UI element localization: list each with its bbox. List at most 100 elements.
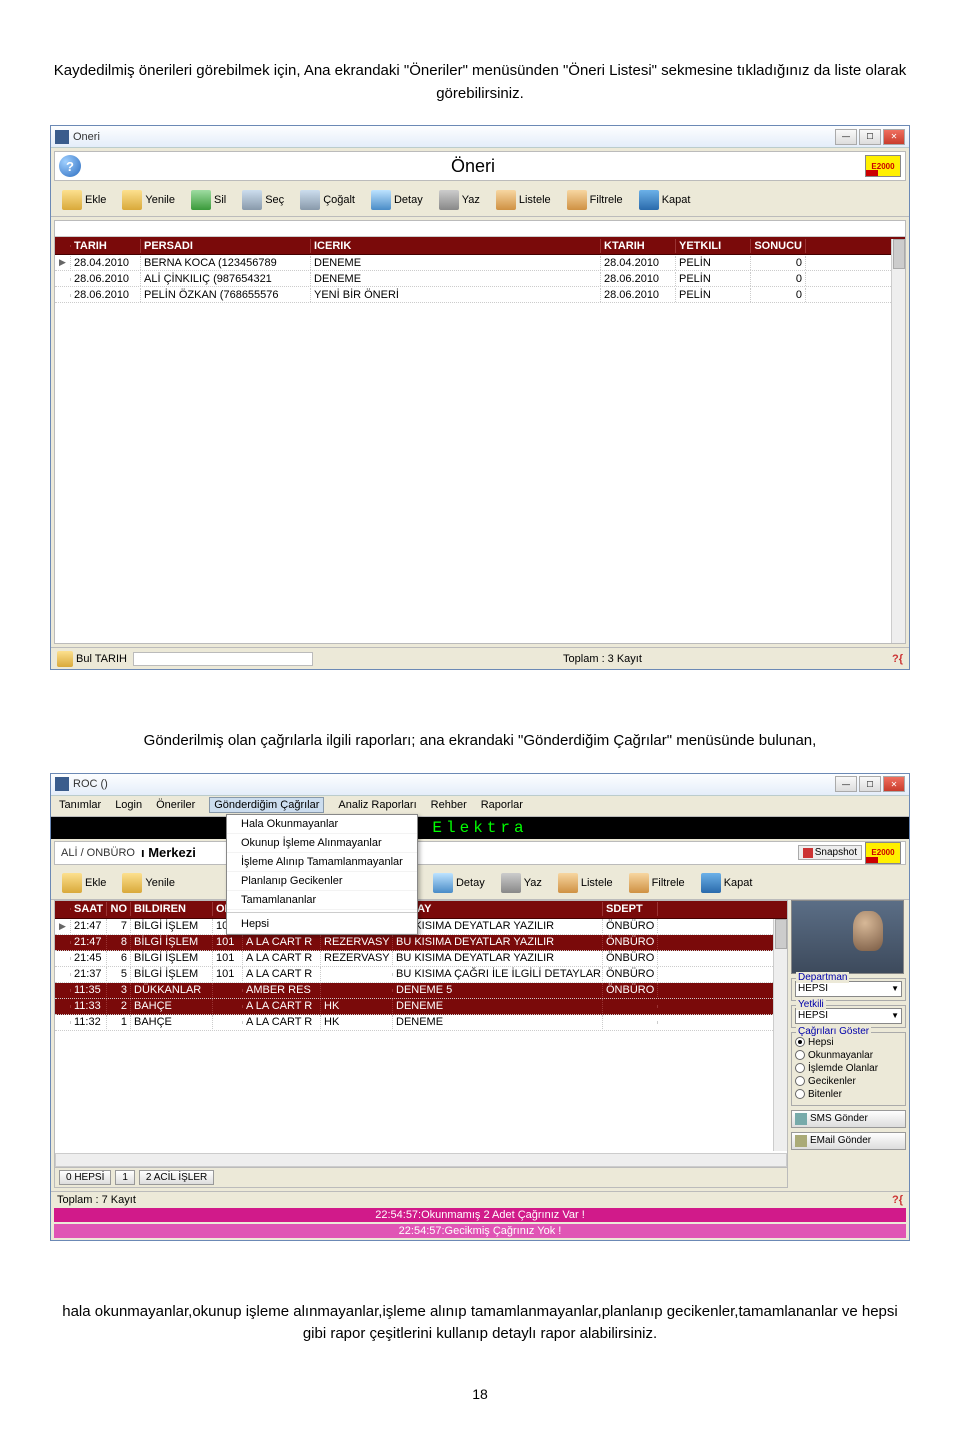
minimize-button[interactable]: — — [835, 129, 857, 145]
sec-button[interactable]: Seç — [235, 187, 291, 213]
toplam-2: Toplam : 7 Kayıt — [57, 1194, 136, 1206]
select-yetkili[interactable]: HEPSI▼ — [795, 1008, 902, 1024]
toplam-label: Toplam : 3 Kayıt — [563, 653, 642, 665]
table-row[interactable]: 21:478BİLGİ İŞLEM101A LA CART RREZERVASY… — [55, 935, 787, 951]
close-button[interactable]: ✕ — [883, 129, 905, 145]
maximize-button[interactable]: ☐ — [859, 776, 881, 792]
photo — [791, 900, 904, 974]
select-departman[interactable]: HEPSI▼ — [795, 981, 902, 997]
group-departman: Departman HEPSI▼ — [791, 978, 906, 1001]
menu-tanimlar[interactable]: Tanımlar — [59, 799, 101, 813]
table-row[interactable]: 11:332BAHÇEA LA CART RHKDENEME — [55, 999, 787, 1015]
menu-oneriler[interactable]: Öneriler — [156, 799, 195, 813]
listele-button[interactable]: Listele — [489, 187, 558, 213]
kapat-button[interactable]: Kapat — [632, 187, 698, 213]
menu-gonderdigim[interactable]: Gönderdiğim Çağrılar — [209, 797, 324, 813]
help-small-icon[interactable]: ?{ — [892, 653, 903, 665]
menu-raporlar[interactable]: Raporlar — [481, 799, 523, 813]
dd-tamamlananlar[interactable]: Tamamlananlar — [227, 891, 417, 910]
titlebar-2: ROC () — ☐ ✕ — [51, 774, 909, 796]
dd-hepsi[interactable]: Hepsi — [227, 915, 417, 934]
scrollbar-v[interactable] — [773, 919, 787, 1151]
dd-okunup[interactable]: Okunup İşleme Alınmayanlar — [227, 834, 417, 853]
cogalt-button[interactable]: Çoğalt — [293, 187, 362, 213]
chevron-down-icon: ▼ — [891, 984, 899, 993]
menu-rehber[interactable]: Rehber — [431, 799, 467, 813]
dd-hala[interactable]: Hala Okunmayanlar — [227, 815, 417, 834]
dd-planlanip[interactable]: Planlanıp Gecikenler — [227, 872, 417, 891]
col-bildiren[interactable]: BILDIREN — [131, 902, 213, 916]
detay-button[interactable]: Detay — [426, 870, 492, 896]
exit-icon — [701, 873, 721, 893]
table-row[interactable]: ▶21:477BİLGİ İŞLEM101A LA CART RREZERVAS… — [55, 919, 787, 935]
ekle-button[interactable]: Ekle — [55, 870, 113, 896]
table-row[interactable]: 28.06.2010ALİ ÇİNKILIÇ (987654321DENEME2… — [55, 271, 905, 287]
scrollbar-h[interactable] — [55, 1153, 787, 1167]
col-tarih[interactable]: TARIH — [71, 239, 141, 253]
col-persadi[interactable]: PERSADI — [141, 239, 311, 253]
statusbar-2: Toplam : 7 Kayıt ?{ — [51, 1191, 909, 1208]
menu-analiz[interactable]: Analiz Raporları — [338, 799, 416, 813]
dd-isleme[interactable]: İşleme Alınıp Tamamlanmayanlar — [227, 853, 417, 872]
yenile-button[interactable]: Yenile — [115, 187, 182, 213]
page-number: 18 — [50, 1386, 910, 1402]
window-oneri: Oneri — ☐ ✕ ? Öneri E2000 Ekle Yenile Si… — [50, 125, 910, 670]
yenile-button[interactable]: Yenile — [115, 870, 182, 896]
col-no[interactable]: NO — [107, 902, 131, 916]
col-sdept[interactable]: SDEPT — [603, 902, 658, 916]
col-icerik[interactable]: ICERIK — [311, 239, 601, 253]
filtrele-button[interactable]: Filtrele — [622, 870, 692, 896]
col-ktarih[interactable]: KTARIH — [601, 239, 676, 253]
help-icon[interactable]: ? — [59, 155, 81, 177]
detay-button[interactable]: Detay — [364, 187, 430, 213]
sil-button[interactable]: Sil — [184, 187, 233, 213]
sms-button[interactable]: SMS Gönder — [791, 1110, 906, 1128]
window-roc: ROC () — ☐ ✕ Tanımlar Login Öneriler Gön… — [50, 773, 910, 1241]
caption-1: Kaydedilmiş önerileri görebilmek için, A… — [50, 60, 910, 105]
copy-icon — [300, 190, 320, 210]
e2000-badge: E2000 — [865, 842, 901, 864]
radio-okunmayanlar[interactable]: Okunmayanlar — [795, 1050, 902, 1061]
email-icon — [795, 1135, 807, 1147]
snapshot-button[interactable]: Snapshot — [798, 845, 862, 860]
col-detay[interactable]: DETAY — [393, 902, 603, 916]
menu-login[interactable]: Login — [115, 799, 142, 813]
listele-button[interactable]: Listele — [551, 870, 620, 896]
minimize-button[interactable]: — — [835, 776, 857, 792]
yaz-button[interactable]: Yaz — [432, 187, 487, 213]
btn-1[interactable]: 1 — [115, 1170, 135, 1185]
group-yetkili: Yetkili HEPSI▼ — [791, 1005, 906, 1028]
btn-hepsi[interactable]: 0 HEPSİ — [59, 1170, 111, 1185]
table-row[interactable]: 11:353DÜKKANLARAMBER RESDENEME 5ÖNBÜRO — [55, 983, 787, 999]
kapat-button[interactable]: Kapat — [694, 870, 760, 896]
side-panel: Departman HEPSI▼ Yetkili HEPSI▼ Çağrılar… — [791, 900, 906, 1188]
bul-label[interactable]: Bul TARIH — [76, 653, 127, 665]
col-saat[interactable]: SAAT — [71, 902, 107, 916]
table-row[interactable]: 21:375BİLGİ İŞLEM101A LA CART RBU KISIMA… — [55, 967, 787, 983]
help-small-icon[interactable]: ?{ — [892, 1194, 903, 1206]
find-input[interactable] — [133, 652, 313, 666]
btn-acil[interactable]: 2 ACİL İŞLER — [139, 1170, 214, 1185]
detail-icon — [371, 190, 391, 210]
col-sonucu[interactable]: SONUCU — [751, 239, 806, 253]
email-button[interactable]: EMail Gönder — [791, 1132, 906, 1150]
close-button[interactable]: ✕ — [883, 776, 905, 792]
yaz-button[interactable]: Yaz — [494, 870, 549, 896]
col-yetkili[interactable]: YETKILI — [676, 239, 751, 253]
ekle-button[interactable]: Ekle — [55, 187, 113, 213]
e2000-badge: E2000 — [865, 155, 901, 177]
exit-icon — [639, 190, 659, 210]
table-row[interactable]: 28.06.2010PELİN ÖZKAN (768655576YENİ BİR… — [55, 287, 905, 303]
radio-hepsi[interactable]: Hepsi — [795, 1037, 902, 1048]
table-row[interactable]: ▶28.04.2010BERNA KOCA (123456789DENEME28… — [55, 255, 905, 271]
maximize-button[interactable]: ☐ — [859, 129, 881, 145]
filtrele-button[interactable]: Filtrele — [560, 187, 630, 213]
grid-oneri: TARIH PERSADI ICERIK KTARIH YETKILI SONU… — [54, 220, 906, 644]
radio-gecikenler[interactable]: Gecikenler — [795, 1076, 902, 1087]
radio-islemde[interactable]: İşlemde Olanlar — [795, 1063, 902, 1074]
window-title: Oneri — [73, 131, 835, 143]
table-row[interactable]: 21:456BİLGİ İŞLEM101A LA CART RREZERVASY… — [55, 951, 787, 967]
table-row[interactable]: 11:321BAHÇEA LA CART RHKDENEME — [55, 1015, 787, 1031]
radio-bitenler[interactable]: Bitenler — [795, 1089, 902, 1100]
scrollbar-v[interactable] — [891, 239, 905, 643]
